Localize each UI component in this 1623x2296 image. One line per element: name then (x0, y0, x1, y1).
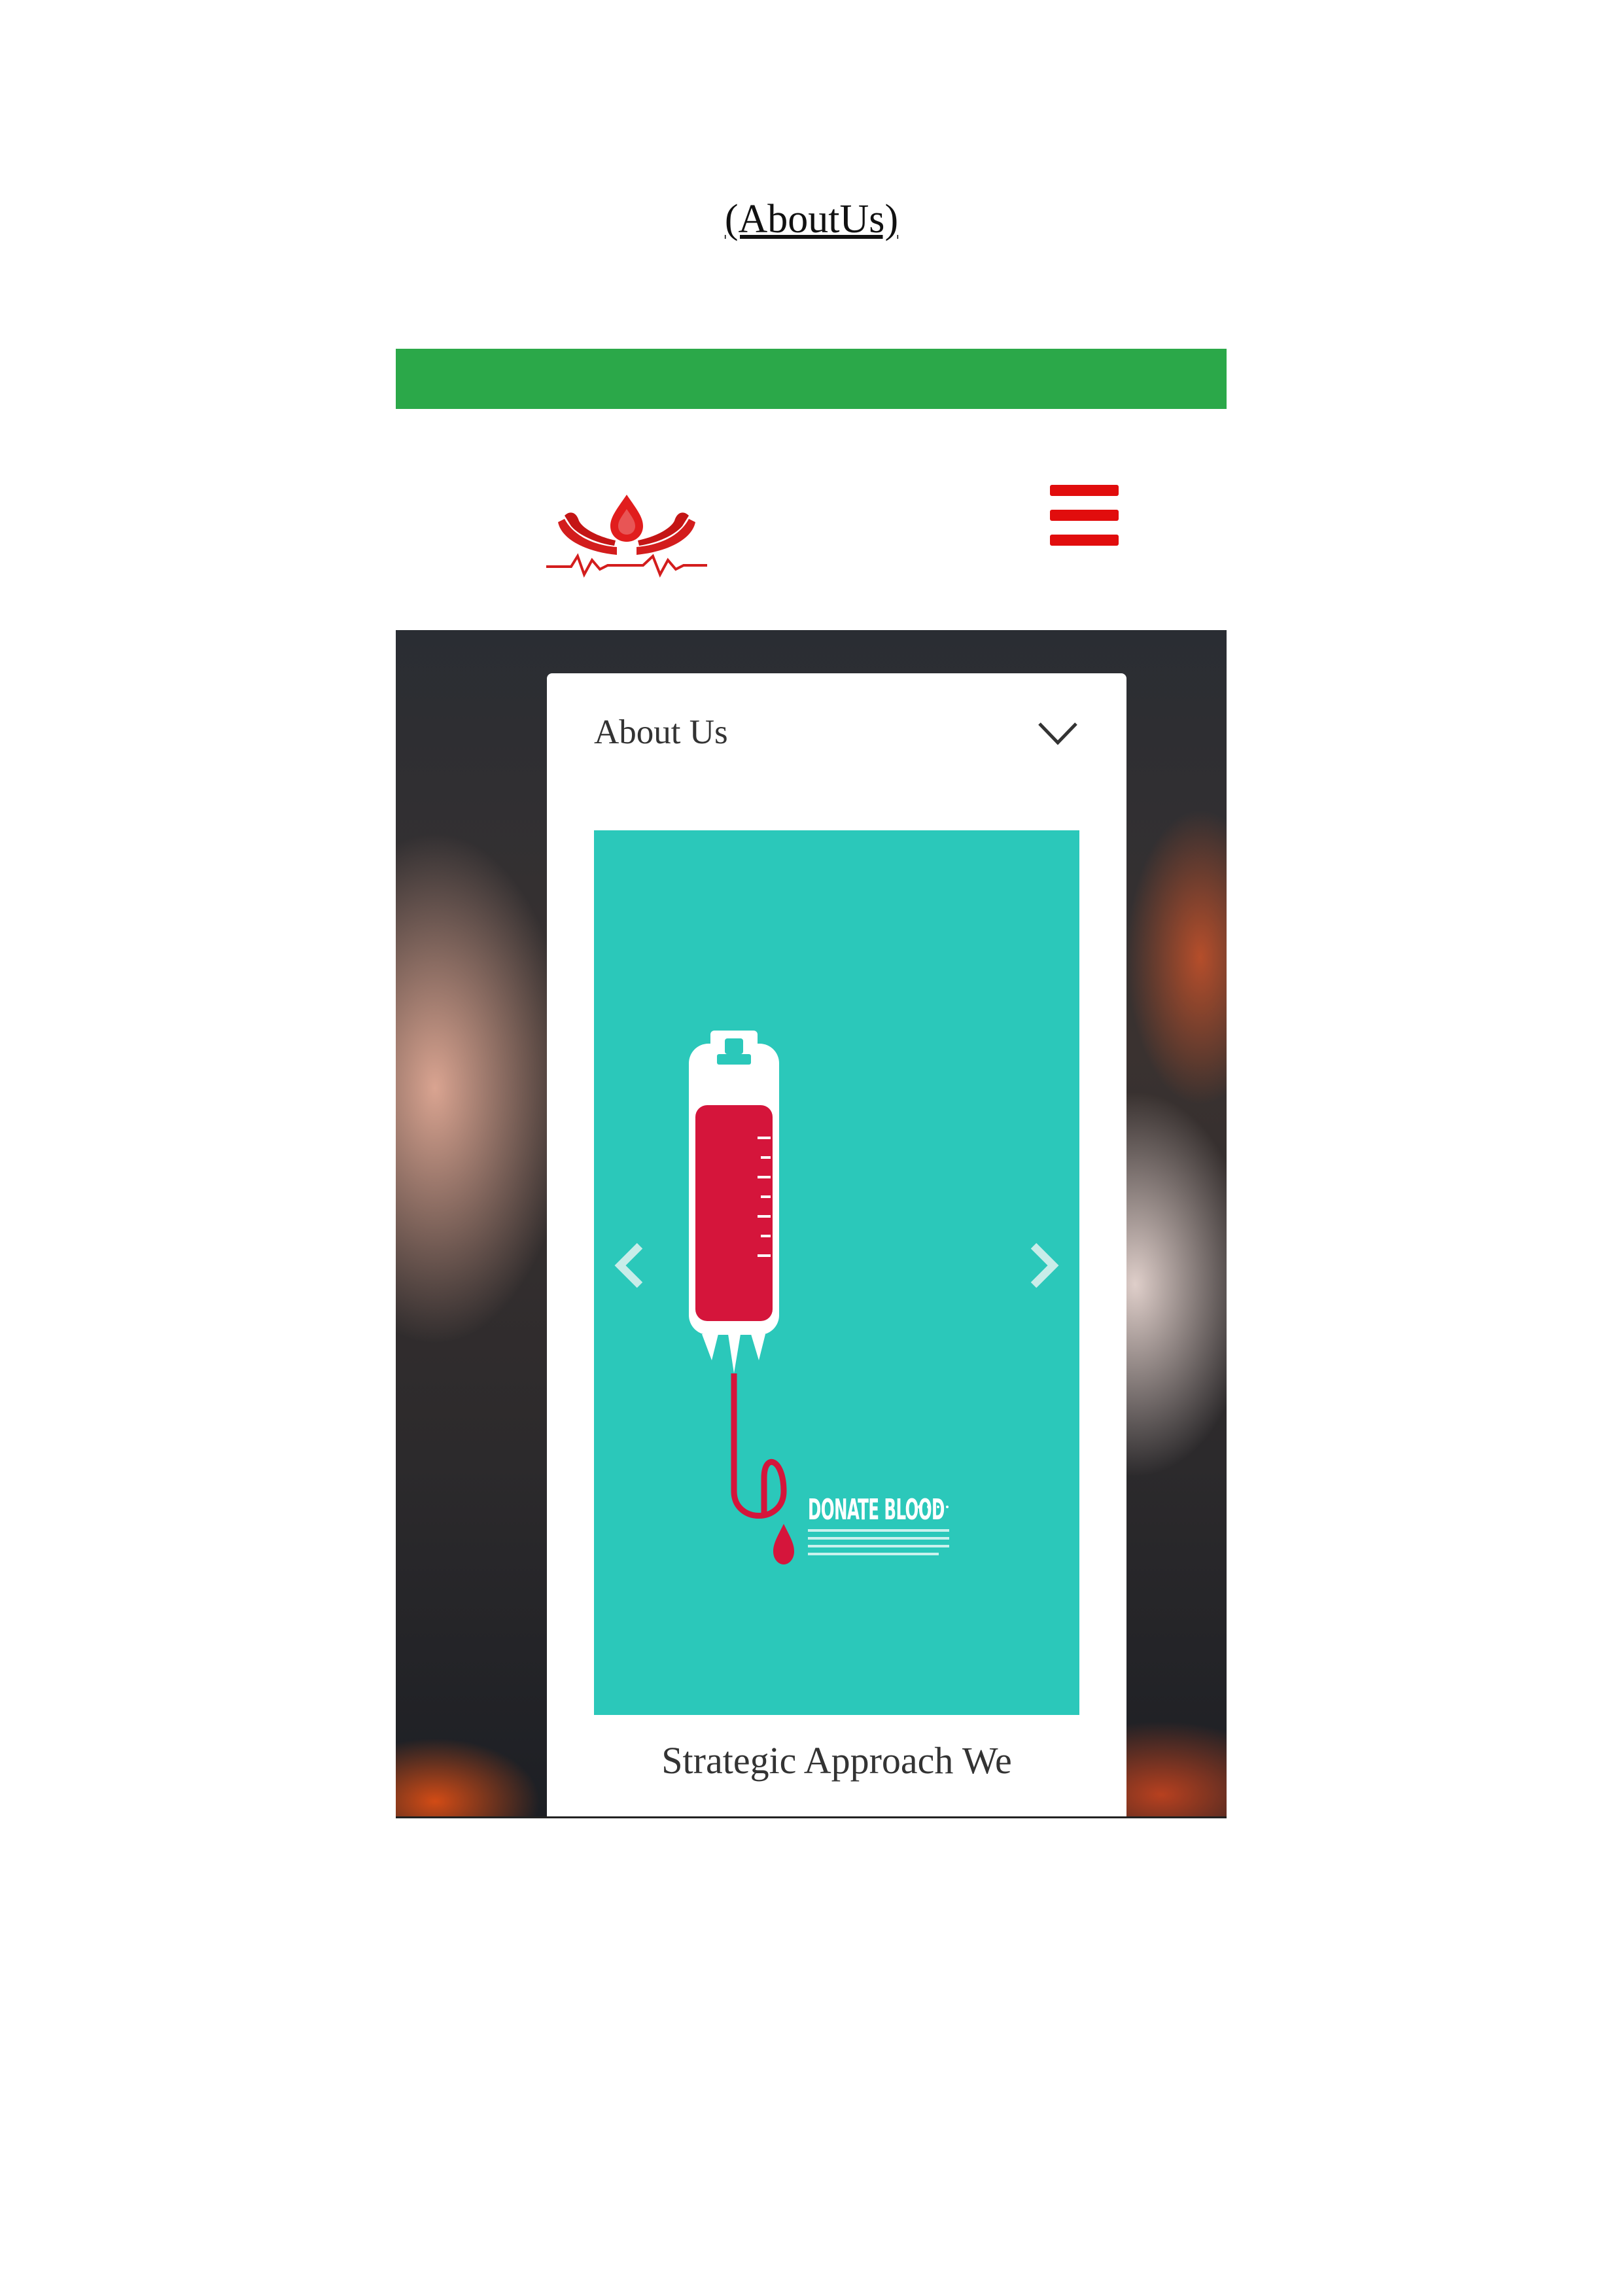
section-caption: Strategic Approach We (661, 1739, 1012, 1782)
donate-blood-poster-text: DONATE BLOOD (808, 1493, 945, 1527)
document-title: (AboutUs) (724, 197, 899, 241)
about-us-card: About Us DONATE BLOOD Strategic Approach… (547, 673, 1126, 1816)
about-us-accordion-header[interactable]: About Us (594, 706, 1078, 765)
chevron-right-icon[interactable] (1021, 1236, 1066, 1295)
image-carousel: DONATE BLOOD (594, 830, 1079, 1715)
mobile-screenshot: About Us DONATE BLOOD Strategic Approach… (396, 349, 1227, 1818)
hamburger-menu-icon[interactable] (1050, 485, 1119, 547)
about-us-title: About Us (594, 713, 728, 751)
hero-background: About Us DONATE BLOOD Strategic Approach… (396, 630, 1227, 1816)
chevron-down-icon[interactable] (1038, 720, 1078, 747)
top-bar (396, 349, 1227, 409)
blood-bag-illustration (689, 1031, 949, 1564)
blood-donation-logo[interactable] (545, 483, 708, 581)
chevron-left-icon[interactable] (607, 1236, 653, 1295)
